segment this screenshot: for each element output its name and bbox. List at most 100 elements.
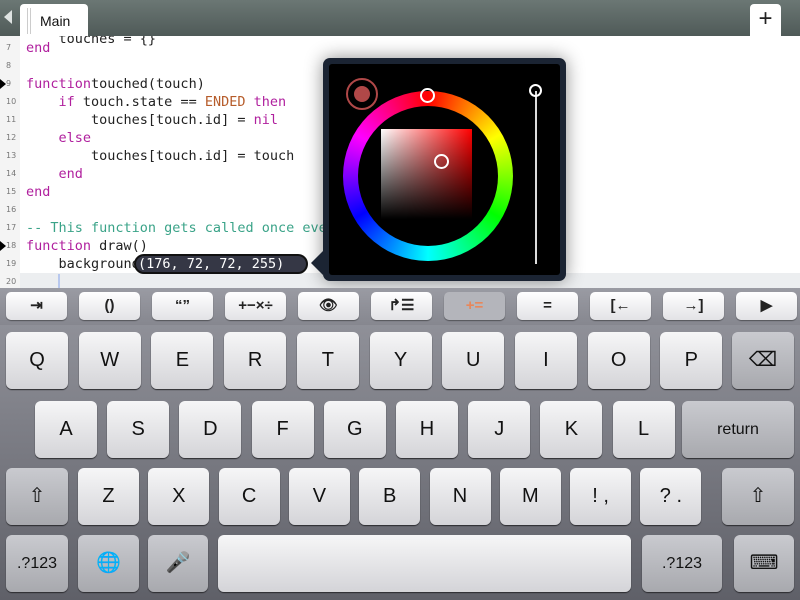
code-text: end [26,39,50,57]
cursor-left-button[interactable]: [← [590,292,651,320]
code-token: else [26,130,92,146]
alpha-slider-handle[interactable] [529,84,542,97]
microphone-icon[interactable]: 🎤 [148,535,208,592]
code-token: end [26,40,51,56]
key-y[interactable]: Y [369,332,432,389]
key-q[interactable]: Q [6,332,68,389]
numbers-key-right[interactable]: .?123 [642,535,722,592]
current-color-swatch[interactable] [346,78,378,110]
line-number: 20 [6,277,17,286]
key-x[interactable]: X [148,468,210,525]
line-number: 8 [6,61,12,70]
return-key[interactable]: return [682,401,794,458]
shift-key-left[interactable]: ⇧ [6,468,68,525]
globe-icon[interactable]: 🌐 [78,535,139,592]
key-g[interactable]: G [323,401,386,458]
hide-keyboard-icon[interactable]: ⌨ [734,535,794,592]
code-token: if [58,94,75,110]
shift-key-right[interactable]: ⇧ [722,468,794,525]
tab-main[interactable]: Main [20,4,88,36]
tab-label: Main [40,13,71,29]
code-token: end [26,166,83,182]
code-token: function [26,76,92,92]
code-text: if touch.state == ENDED then [26,93,287,111]
key-l[interactable]: L [612,401,675,458]
code-token: then [245,94,287,110]
line-number: 11 [6,115,17,124]
color-value-token[interactable]: (176, 72, 72, 255) [134,254,308,274]
line-number: 12 [6,133,17,142]
line-number: 18 [6,241,17,250]
key-u[interactable]: U [442,332,505,389]
key-a[interactable]: A [35,401,97,458]
key-j[interactable]: J [468,401,531,458]
key-w[interactable]: W [78,332,141,389]
operators-button[interactable]: +−×÷ [225,292,286,320]
key-e[interactable]: E [151,332,214,389]
tab-button[interactable]: ⇥ [6,292,67,320]
key-v[interactable]: V [288,468,350,525]
numbers-key[interactable]: .?123 [6,535,68,592]
code-token: end [26,184,51,200]
key-f[interactable]: F [251,401,314,458]
line-number: 14 [6,169,17,178]
popover-arrow [311,251,323,275]
keyboard: Q W E R T Y U I O P ⌫ A S D F G H J K Lreturn ⇧ Z X C V B N M! ,? .… [0,325,800,600]
indent-list-button[interactable]: ↱☰ [371,292,432,320]
line-number: 16 [6,205,17,214]
key-d[interactable]: D [179,401,242,458]
key-i[interactable]: I [514,332,577,389]
key-c[interactable]: C [218,468,280,525]
code-text: touches[touch.id] = nil [26,111,278,129]
key-o[interactable]: O [587,332,650,389]
run-button[interactable]: ▶ [736,292,797,320]
code-text: function draw() [26,237,148,255]
line-number: 19 [6,259,17,268]
key-n[interactable]: N [429,468,491,525]
sb-handle[interactable] [434,154,449,169]
code-text: background [26,255,140,273]
key-punct[interactable]: ? . [640,468,702,525]
line-number: 10 [6,97,17,106]
key-z[interactable]: Z [78,468,139,525]
code-token: nil [253,112,278,128]
code-token: touch.state == [74,94,205,110]
key-m[interactable]: M [499,468,561,525]
key-r[interactable]: R [224,332,287,389]
code-token: touches[touch.id] = touch [26,148,295,164]
line-number: 13 [6,151,17,160]
top-bar: Main + [0,0,800,36]
code-token: touched(touch) [91,76,205,92]
key-s[interactable]: S [107,401,170,458]
key-t[interactable]: T [296,332,359,389]
hue-handle[interactable] [420,88,435,103]
key-p[interactable]: P [660,332,723,389]
code-token: draw() [91,238,148,254]
code-line: 7 end [0,39,800,57]
equals-button[interactable]: = [517,292,578,320]
saturation-brightness-square[interactable] [381,129,472,219]
key-h[interactable]: H [396,401,458,458]
line-number: 9 [6,79,12,88]
alpha-slider-track[interactable] [535,91,537,264]
key-b[interactable]: B [359,468,421,525]
code-text: end [26,183,50,201]
plus-equals-button[interactable]: += [444,292,505,320]
eye-button[interactable]: 👁 [298,292,359,320]
code-text: else [26,129,92,147]
key-k[interactable]: K [540,401,603,458]
code-token: background [26,256,140,272]
cursor-right-button[interactable]: →] [663,292,724,320]
code-token: touches[touch.id] = [26,112,254,128]
code-token: function [26,238,92,254]
backspace-key[interactable]: ⌫ [732,332,794,389]
quotes-button[interactable]: “” [152,292,213,320]
parentheses-button[interactable]: () [79,292,140,320]
add-tab-button[interactable]: + [750,4,781,36]
code-text: touches[touch.id] = touch [26,147,294,165]
key-punct[interactable]: ! , [570,468,632,525]
grip-icon [27,8,31,34]
back-arrow-icon[interactable] [4,10,12,24]
space-key[interactable] [218,535,631,592]
code-text: end [26,165,83,183]
